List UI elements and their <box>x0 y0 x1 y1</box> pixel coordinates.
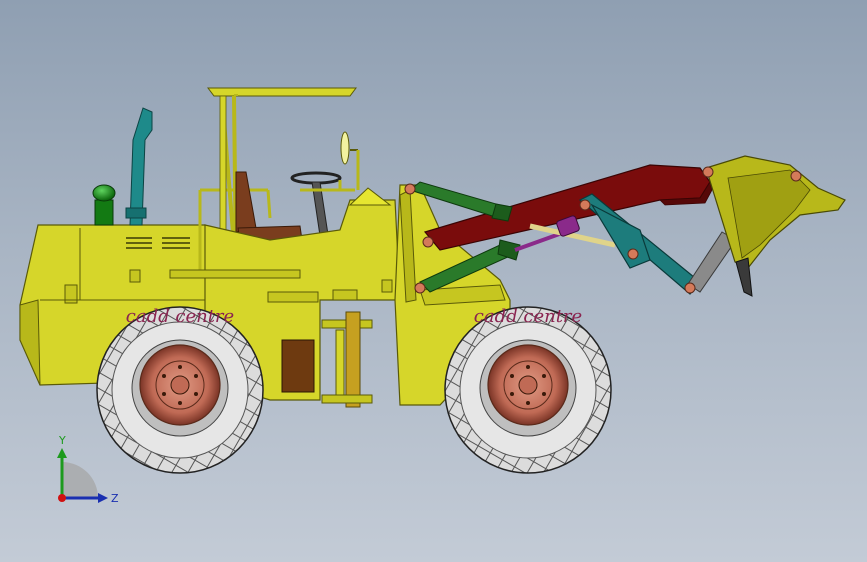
reference-triad: Y Z <box>57 434 119 505</box>
tread-text-rear: cadd centre <box>126 306 234 327</box>
front-wheel: cadd centre <box>444 306 612 474</box>
y-axis-label: Y <box>58 434 66 447</box>
tread-text-front: cadd centre <box>474 306 582 327</box>
bucket <box>705 155 846 297</box>
graphics-viewport[interactable]: cadd centre cadd centre Y Z <box>0 0 867 562</box>
bellcrank <box>578 193 701 295</box>
loader-model[interactable]: cadd centre cadd centre <box>0 0 867 562</box>
z-axis-label: Z <box>111 492 119 505</box>
air-cleaner-icon <box>92 184 116 226</box>
exhaust-stack-icon <box>125 107 153 226</box>
origin-icon <box>58 494 66 502</box>
triad-quadrant <box>62 462 98 498</box>
articulation-joint <box>321 311 373 408</box>
